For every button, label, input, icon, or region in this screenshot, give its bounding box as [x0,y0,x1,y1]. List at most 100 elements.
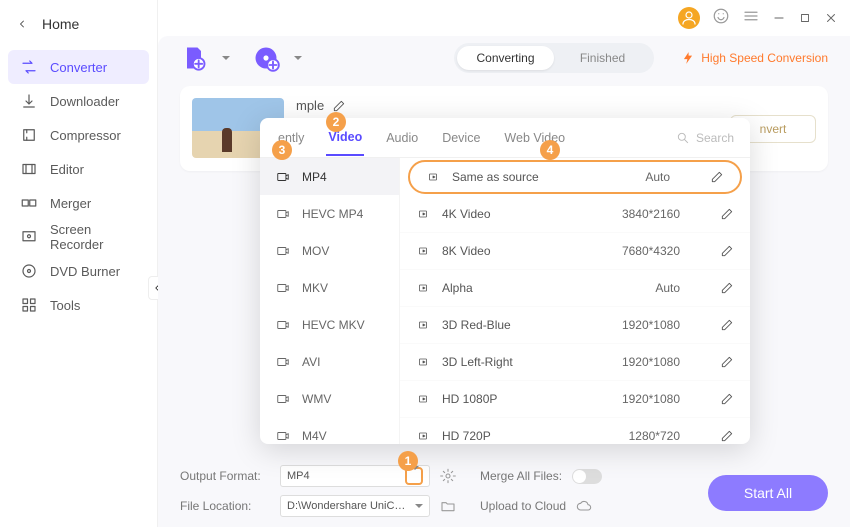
sidebar-item-label: DVD Burner [50,264,120,279]
sidebar-item-label: Editor [50,162,84,177]
support-icon[interactable] [712,7,730,30]
format-popup: ently Video Audio Device Web Video Searc… [260,118,750,444]
format-option-mp4[interactable]: MP4 [260,158,399,195]
preset-option[interactable]: 3D Left-Right1920*1080 [400,344,750,381]
tab-audio[interactable]: Audio [384,131,420,145]
format-option-mkv[interactable]: MKV [260,269,399,306]
tab-finished[interactable]: Finished [554,46,651,70]
edit-icon[interactable] [720,281,734,295]
preset-option[interactable]: 8K Video 7680*4320 [400,233,750,270]
preset-resolution: 1920*1080 [622,355,680,369]
output-format-label: Output Format: [180,469,270,483]
video-format-icon [274,207,292,221]
preset-option[interactable]: HD 720P 1280*720 [400,418,750,444]
cloud-icon[interactable] [576,498,592,514]
sidebar-item-dvd-burner[interactable]: DVD Burner [8,254,149,288]
download-icon [20,92,38,110]
converter-icon [20,58,38,76]
merge-all-toggle[interactable] [572,469,602,484]
preset-option[interactable]: Same as sourceAuto [408,160,742,194]
format-option-avi[interactable]: AVI [260,343,399,380]
sidebar-item-screen-recorder[interactable]: Screen Recorder [8,220,149,254]
preset-name: HD 1080P [442,392,497,406]
video-format-icon [274,392,292,406]
video-format-icon [274,281,292,295]
folder-icon[interactable] [440,498,456,514]
sidebar-item-tools[interactable]: Tools [8,288,149,322]
edit-icon[interactable] [720,392,734,406]
preset-name: HD 720P [442,429,491,443]
format-option-mov[interactable]: MOV [260,232,399,269]
start-all-button[interactable]: Start All [708,475,828,511]
video-icon [416,245,432,257]
edit-icon[interactable] [720,244,734,258]
edit-icon[interactable] [720,429,734,443]
close-button[interactable] [824,11,838,25]
callout-4: 4 [540,140,560,160]
format-label: HEVC MP4 [302,207,363,221]
video-icon [416,430,432,442]
preset-name: 3D Red-Blue [442,318,511,332]
preset-resolution: 3840*2160 [622,207,680,221]
preset-name: 8K Video [442,244,491,258]
sidebar-item-compressor[interactable]: Compressor [8,118,149,152]
sidebar-item-converter[interactable]: Converter [8,50,149,84]
sidebar-item-merger[interactable]: Merger [8,186,149,220]
dvd-icon [20,262,38,280]
preset-resolution: 7680*4320 [622,244,680,258]
minimize-button[interactable] [772,11,786,25]
preset-resolution: 1280*720 [629,429,680,443]
upload-cloud-label: Upload to Cloud [480,499,566,513]
video-format-icon [274,429,292,443]
preset-option[interactable]: HD 1080P1920*1080 [400,381,750,418]
format-option-m4v[interactable]: M4V [260,417,399,444]
file-location-select[interactable]: D:\Wondershare UniConverter 1 [280,495,430,517]
preset-resolution: 1920*1080 [622,318,680,332]
edit-icon[interactable] [720,318,734,332]
tab-converting[interactable]: Converting [457,46,554,70]
preset-name: Alpha [442,281,473,295]
sidebar-item-editor[interactable]: Editor [8,152,149,186]
add-file-button[interactable] [180,44,208,72]
edit-icon[interactable] [332,99,346,113]
edit-icon[interactable] [710,170,724,184]
edit-icon[interactable] [720,355,734,369]
edit-icon[interactable] [720,207,734,221]
maximize-button[interactable] [798,11,812,25]
gear-icon[interactable] [440,468,456,484]
preset-option[interactable]: Alpha Auto [400,270,750,307]
lightning-icon [681,51,695,65]
sidebar-item-downloader[interactable]: Downloader [8,84,149,118]
preset-name: 4K Video [442,207,491,221]
format-option-hevc-mp4[interactable]: HEVC MP4 [260,195,399,232]
preset-option[interactable]: 4K Video 3840*2160 [400,196,750,233]
video-icon [416,208,432,220]
search-input[interactable]: Search [676,131,734,145]
add-dvd-button[interactable] [252,44,280,72]
sidebar-item-label: Compressor [50,128,121,143]
high-speed-conversion-button[interactable]: High Speed Conversion [681,51,828,65]
callout-1: 1 [398,451,418,471]
tab-device[interactable]: Device [440,131,482,145]
preset-resolution: Auto [645,170,670,184]
sidebar-item-label: Screen Recorder [50,222,137,252]
home-back-button[interactable]: Home [0,6,157,42]
user-avatar-icon[interactable] [678,7,700,29]
chevron-down-icon[interactable] [294,56,302,60]
tab-video[interactable]: Video [326,130,364,156]
output-format-value: MP4 [287,470,310,482]
sidebar-item-label: Tools [50,298,80,313]
sidebar-item-label: Converter [50,60,107,75]
format-label: WMV [302,392,331,406]
preset-resolution: Auto [655,281,680,295]
format-option-wmv[interactable]: WMV [260,380,399,417]
format-option-hevc-mkv[interactable]: HEVC MKV [260,306,399,343]
chevron-down-icon[interactable] [222,56,230,60]
video-format-icon [274,318,292,332]
compressor-icon [20,126,38,144]
preset-option[interactable]: 3D Red-Blue 1920*1080 [400,307,750,344]
sidebar-item-label: Merger [50,196,91,211]
menu-icon[interactable] [742,7,760,30]
file-location-value: D:\Wondershare UniConverter 1 [287,500,407,512]
chevron-left-icon [16,18,28,30]
